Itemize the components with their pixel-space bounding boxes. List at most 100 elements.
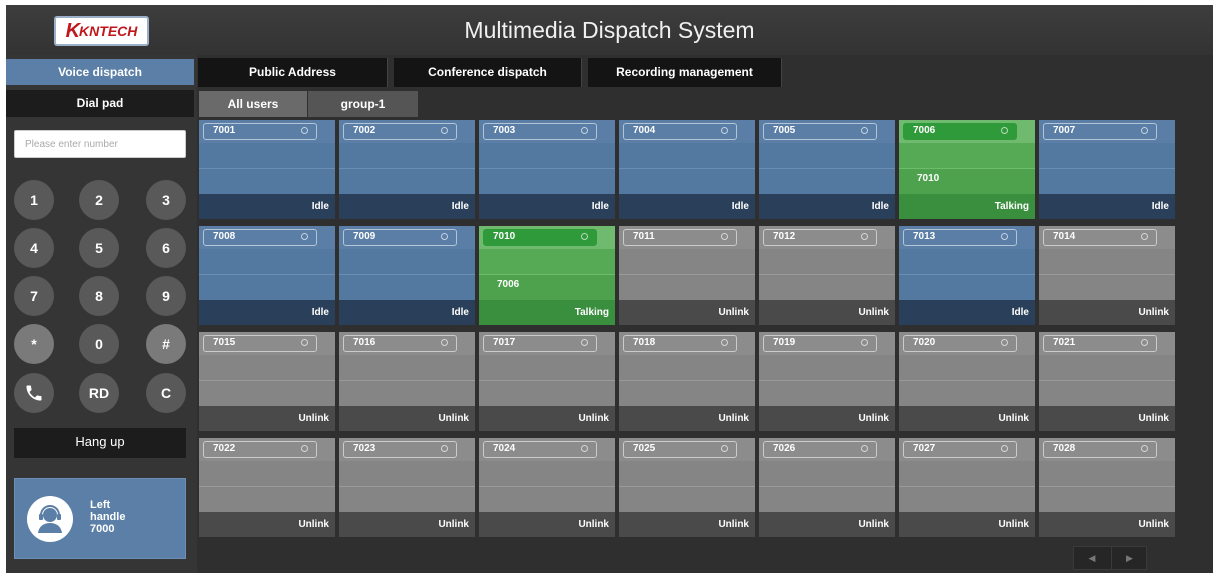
extension-tile[interactable]: 7021 Unlink [1039, 332, 1175, 431]
extension-tile[interactable]: 7004 Idle [619, 120, 755, 219]
dialpad-key-8[interactable]: 8 [79, 276, 119, 316]
extension-tile[interactable]: 7014 Unlink [1039, 226, 1175, 325]
tile-row [759, 355, 895, 381]
number-input[interactable] [14, 130, 186, 158]
dialpad-key-4[interactable]: 4 [14, 228, 54, 268]
extension-tile[interactable]: 7028 Unlink [1039, 438, 1175, 537]
extension-tile[interactable]: 7003 Idle [479, 120, 615, 219]
redial-button[interactable]: RD [79, 373, 119, 413]
extension-tile[interactable]: 7016 Unlink [339, 332, 475, 431]
dialpad-key-7[interactable]: 7 [14, 276, 54, 316]
tile-header: 7008 [199, 226, 335, 249]
dialpad-key-hash[interactable]: # [146, 324, 186, 364]
status-badge: Idle [479, 194, 615, 219]
tile-row [619, 249, 755, 275]
extension-number: 7020 [913, 337, 936, 348]
tile-header: 7024 [479, 438, 615, 461]
extension-number: 7004 [633, 125, 656, 136]
tile-row [899, 143, 1035, 169]
tile-row [479, 381, 615, 406]
extension-tile[interactable]: 7007 Idle [1039, 120, 1175, 219]
extension-tile[interactable]: 7024 Unlink [479, 438, 615, 537]
dialpad-key-5[interactable]: 5 [79, 228, 119, 268]
status-badge: Unlink [1039, 406, 1175, 431]
dialpad-key-6[interactable]: 6 [146, 228, 186, 268]
extension-tile[interactable]: 7019 Unlink [759, 332, 895, 431]
tab-conference-dispatch[interactable]: Conference dispatch [394, 58, 582, 87]
tile-header: 7014 [1039, 226, 1175, 249]
next-page-icon[interactable]: ▶ [1111, 547, 1147, 569]
status-dot-icon [301, 445, 308, 452]
dialpad-key-2[interactable]: 2 [79, 180, 119, 220]
extension-number: 7024 [493, 443, 516, 454]
status-dot-icon [861, 127, 868, 134]
extension-tile[interactable]: 7001 Idle [199, 120, 335, 219]
extension-tile[interactable]: 7017 Unlink [479, 332, 615, 431]
extension-tile[interactable]: 7023 Unlink [339, 438, 475, 537]
dialpad-key-9[interactable]: 9 [146, 276, 186, 316]
extension-tile[interactable]: 7025 Unlink [619, 438, 755, 537]
hang-up-button[interactable]: Hang up [14, 428, 186, 458]
call-button[interactable] [14, 373, 54, 413]
tile-row [199, 169, 335, 194]
tile-header: 7003 [479, 120, 615, 143]
extension-tile[interactable]: 7026 Unlink [759, 438, 895, 537]
tile-row [479, 355, 615, 381]
tile-header: 7023 [339, 438, 475, 461]
extension-tile[interactable]: 7009 Idle [339, 226, 475, 325]
extension-tile[interactable]: 7002 Idle [339, 120, 475, 219]
extension-tile[interactable]: 7015 Unlink [199, 332, 335, 431]
handle-card[interactable]: Left handle 7000 [14, 478, 186, 559]
tile-header: 7007 [1039, 120, 1175, 143]
extension-number: 7013 [913, 231, 936, 242]
dialpad-key-3[interactable]: 3 [146, 180, 186, 220]
tile-header: 7004 [619, 120, 755, 143]
extension-tile[interactable]: 7005 Idle [759, 120, 895, 219]
extension-tile[interactable]: 7013 Idle [899, 226, 1035, 325]
prev-page-icon[interactable]: ◀ [1074, 547, 1110, 569]
extension-number: 7023 [353, 443, 376, 454]
tile-row [199, 355, 335, 381]
status-dot-icon [861, 445, 868, 452]
extension-tile[interactable]: 7006 7010 Talking [899, 120, 1035, 219]
left-panel: Voice dispatch Dial pad 1 2 3 4 5 6 7 8 … [6, 55, 197, 573]
tab-voice-dispatch[interactable]: Voice dispatch [6, 59, 194, 85]
group-tab-all-users[interactable]: All users [199, 91, 307, 117]
status-badge: Unlink [759, 512, 895, 537]
extension-number: 7005 [773, 125, 796, 136]
tile-header: 7012 [759, 226, 895, 249]
clear-button[interactable]: C [146, 373, 186, 413]
extension-tile[interactable]: 7010 7006 Talking [479, 226, 615, 325]
status-dot-icon [441, 127, 448, 134]
dialpad-key-1[interactable]: 1 [14, 180, 54, 220]
tile-row [1039, 275, 1175, 300]
tile-header: 7009 [339, 226, 475, 249]
status-badge: Talking [479, 300, 615, 325]
extension-number: 7009 [353, 231, 376, 242]
tile-header: 7016 [339, 332, 475, 355]
dialpad-key-0[interactable]: 0 [79, 324, 119, 364]
extension-tile[interactable]: 7008 Idle [199, 226, 335, 325]
tile-row [899, 487, 1035, 512]
status-dot-icon [1001, 233, 1008, 240]
status-badge: Idle [339, 194, 475, 219]
extension-tile[interactable]: 7011 Unlink [619, 226, 755, 325]
extension-tile[interactable]: 7018 Unlink [619, 332, 755, 431]
group-tab-group-1[interactable]: group-1 [308, 91, 418, 117]
tile-row [759, 461, 895, 487]
tile-row [619, 169, 755, 194]
tile-row [619, 355, 755, 381]
tile-row [1039, 169, 1175, 194]
tile-row [619, 143, 755, 169]
tab-recording-management[interactable]: Recording management [588, 58, 782, 87]
tab-public-address[interactable]: Public Address [198, 58, 388, 87]
extension-tile[interactable]: 7012 Unlink [759, 226, 895, 325]
extension-tile[interactable]: 7022 Unlink [199, 438, 335, 537]
status-badge: Unlink [199, 512, 335, 537]
extension-tile[interactable]: 7027 Unlink [899, 438, 1035, 537]
status-badge: Talking [899, 194, 1035, 219]
status-dot-icon [721, 445, 728, 452]
tile-header: 7027 [899, 438, 1035, 461]
extension-tile[interactable]: 7020 Unlink [899, 332, 1035, 431]
dialpad-key-star[interactable]: * [14, 324, 54, 364]
